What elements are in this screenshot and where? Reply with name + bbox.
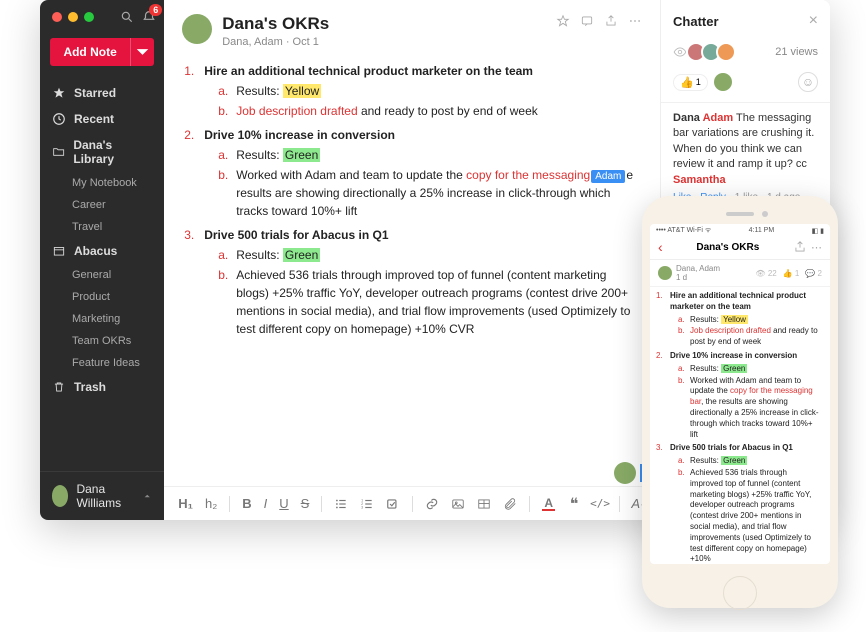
search-icon[interactable]	[120, 10, 134, 24]
phone-mockup: •••• AT&T Wi-Fi ᯤ 4:11 PM ◧ ▮ ‹ Dana's O…	[642, 196, 838, 608]
like-reaction[interactable]: 👍 1	[673, 74, 708, 91]
window-controls: 6	[40, 0, 164, 32]
bullet-list-button[interactable]	[334, 497, 348, 511]
underline-button[interactable]: U	[279, 496, 288, 511]
document-actions	[556, 14, 642, 28]
numbered-list-button[interactable]: 123	[360, 497, 374, 511]
add-note-dropdown[interactable]	[130, 38, 154, 66]
user-name: Dana Williams	[76, 482, 133, 510]
phone-share-icon[interactable]	[793, 240, 807, 254]
attachment-button[interactable]	[503, 497, 517, 511]
eye-icon	[673, 45, 687, 59]
notifications-icon[interactable]: 6	[142, 10, 156, 24]
phone-statusbar: •••• AT&T Wi-Fi ᯤ 4:11 PM ◧ ▮	[650, 224, 830, 235]
sidebar-item-starred[interactable]: Starred	[40, 80, 164, 106]
phone-carrier: •••• AT&T Wi-Fi ᯤ	[656, 226, 711, 235]
document-area: Dana's OKRs Dana, Adam · Oct 1 1.Hire an…	[164, 0, 660, 520]
comment-mention[interactable]: Samantha	[673, 174, 726, 186]
phone-battery-icon: ◧ ▮	[812, 227, 824, 235]
sidebar-subitem[interactable]: Travel	[40, 216, 164, 238]
thumbs-up-icon: 👍	[680, 76, 694, 89]
sidebar-subitem[interactable]: Product	[40, 286, 164, 308]
view-count: 21 views	[775, 46, 818, 58]
phone-doc-title: Dana's OKRs	[663, 242, 793, 253]
heading1-button[interactable]: H₁	[178, 496, 193, 511]
sidebar-item-recent[interactable]: Recent	[40, 106, 164, 132]
star-icon	[52, 86, 66, 100]
clock-icon	[52, 112, 66, 126]
trash-icon	[52, 380, 66, 394]
add-note-button[interactable]: Add Note	[50, 38, 130, 66]
quote-button[interactable]: ❝	[567, 497, 581, 511]
document-meta: Dana, Adam · Oct 1	[222, 36, 329, 48]
sidebar-subitem[interactable]: Feature Ideas	[40, 352, 164, 374]
notification-badge: 6	[149, 4, 162, 16]
folder-icon	[52, 145, 65, 159]
comment-author2: Adam	[703, 112, 734, 124]
comment-author: Dana	[673, 112, 703, 124]
reaction-count: 1	[696, 77, 701, 87]
phone-authors: Dana, Adam	[676, 264, 720, 273]
chat-icon[interactable]	[580, 14, 594, 28]
more-icon[interactable]	[628, 14, 642, 28]
maximize-window-icon[interactable]	[84, 12, 94, 22]
phone-age: 1 d	[676, 273, 720, 282]
bold-button[interactable]: B	[242, 496, 251, 511]
reactor-avatar	[714, 73, 732, 91]
collaborator-avatar	[614, 462, 636, 484]
sidebar-subitem[interactable]: General	[40, 264, 164, 286]
sidebar-user[interactable]: Dana Williams	[40, 471, 164, 520]
sidebar-item-trash[interactable]: Trash	[40, 374, 164, 400]
phone-comments: 💬 2	[805, 269, 822, 278]
strike-button[interactable]: S	[301, 496, 310, 511]
document-title[interactable]: Dana's OKRs	[222, 14, 329, 34]
presence-indicator	[614, 462, 642, 484]
phone-more-icon[interactable]: ⋯	[811, 241, 822, 254]
phone-speaker	[726, 212, 754, 216]
close-window-icon[interactable]	[52, 12, 62, 22]
code-button[interactable]: </>	[593, 497, 607, 511]
image-button[interactable]	[451, 497, 465, 511]
phone-home-button[interactable]	[723, 576, 757, 610]
phone-likes: 👍 1	[783, 269, 800, 278]
sidebar-subitem[interactable]: Team OKRs	[40, 330, 164, 352]
phone-camera	[762, 211, 768, 217]
chatter-title: Chatter	[673, 14, 719, 29]
sidebar-item-dana-s-library[interactable]: Dana's Library	[40, 132, 164, 172]
star-icon[interactable]	[556, 14, 570, 28]
sidebar-item-abacus[interactable]: Abacus	[40, 238, 164, 264]
add-reaction-icon[interactable]: ☺	[798, 72, 818, 92]
text-color-button[interactable]: A	[542, 497, 555, 511]
table-button[interactable]	[477, 497, 491, 511]
editor-toolbar: H₁ h₂ B I U S 123 A ❝ </> A✕	[164, 486, 660, 520]
share-icon[interactable]	[604, 14, 618, 28]
sidebar-nav: StarredRecentDana's LibraryMy NotebookCa…	[40, 76, 164, 404]
heading2-button[interactable]: h₂	[205, 496, 217, 511]
box-icon	[52, 244, 66, 258]
sidebar-subitem[interactable]: My Notebook	[40, 172, 164, 194]
phone-time: 4:11 PM	[749, 227, 775, 234]
chevron-up-icon[interactable]	[142, 489, 152, 503]
author-avatar	[182, 14, 212, 44]
minimize-window-icon[interactable]	[68, 12, 78, 22]
sidebar-subitem[interactable]: Marketing	[40, 308, 164, 330]
close-chatter-icon[interactable]: ×	[809, 12, 818, 30]
italic-button[interactable]: I	[264, 496, 268, 511]
svg-text:3: 3	[362, 505, 364, 509]
phone-views: 👁 22	[755, 269, 776, 278]
user-avatar	[52, 485, 68, 507]
phone-doc-body[interactable]: 1.Hire an additional technical product m…	[650, 287, 830, 564]
phone-author-avatar	[658, 266, 672, 280]
document-body[interactable]: 1.Hire an additional technical product m…	[164, 58, 660, 486]
viewer-avatars[interactable]	[691, 42, 736, 62]
sidebar-subitem[interactable]: Career	[40, 194, 164, 216]
link-button[interactable]	[425, 497, 439, 511]
document-header: Dana's OKRs Dana, Adam · Oct 1	[164, 0, 660, 58]
sidebar: 6 Add Note StarredRecentDana's LibraryMy…	[40, 0, 164, 520]
checklist-button[interactable]	[386, 497, 400, 511]
